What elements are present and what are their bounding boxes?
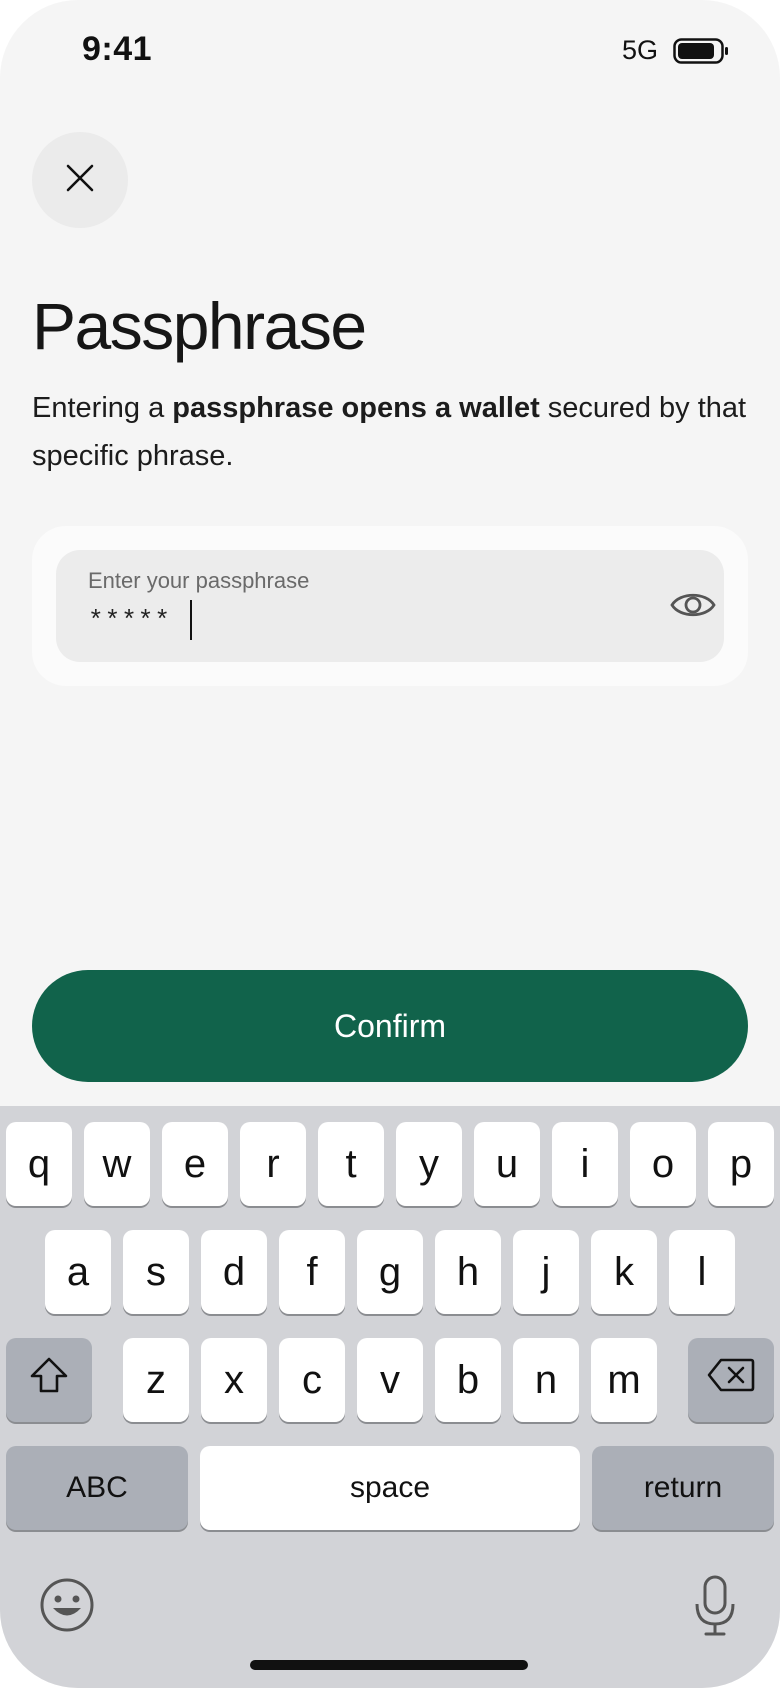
key-l[interactable]: l bbox=[669, 1230, 735, 1314]
status-time: 9:41 bbox=[82, 30, 153, 68]
key-v[interactable]: v bbox=[357, 1338, 423, 1422]
key-q[interactable]: q bbox=[6, 1122, 72, 1206]
passphrase-input[interactable] bbox=[88, 606, 608, 636]
keyboard: q w e r t y u i o p a s d f g h j k l z … bbox=[0, 1106, 780, 1688]
phone-screen: 9:41 5G Passphrase Entering a passphrase… bbox=[0, 0, 780, 1688]
network-indicator: 5G bbox=[622, 35, 659, 65]
abc-key[interactable]: ABC bbox=[6, 1446, 188, 1530]
space-key[interactable]: space bbox=[200, 1446, 580, 1530]
backspace-key[interactable] bbox=[688, 1338, 774, 1422]
shift-key[interactable] bbox=[6, 1338, 92, 1422]
close-icon bbox=[65, 163, 95, 198]
key-y[interactable]: y bbox=[396, 1122, 462, 1206]
key-d[interactable]: d bbox=[201, 1230, 267, 1314]
passphrase-field[interactable]: Enter your passphrase bbox=[56, 550, 724, 662]
key-g[interactable]: g bbox=[357, 1230, 423, 1314]
key-c[interactable]: c bbox=[279, 1338, 345, 1422]
emoji-icon[interactable] bbox=[38, 1576, 96, 1634]
key-h[interactable]: h bbox=[435, 1230, 501, 1314]
confirm-button[interactable]: Confirm bbox=[32, 970, 748, 1082]
key-m[interactable]: m bbox=[591, 1338, 657, 1422]
key-k[interactable]: k bbox=[591, 1230, 657, 1314]
key-j[interactable]: j bbox=[513, 1230, 579, 1314]
status-bar: 9:41 5G bbox=[0, 0, 780, 100]
close-button[interactable] bbox=[32, 132, 128, 228]
key-p[interactable]: p bbox=[708, 1122, 774, 1206]
key-o[interactable]: o bbox=[630, 1122, 696, 1206]
key-t[interactable]: t bbox=[318, 1122, 384, 1206]
key-z[interactable]: z bbox=[123, 1338, 189, 1422]
battery-icon bbox=[673, 38, 729, 64]
key-b[interactable]: b bbox=[435, 1338, 501, 1422]
home-indicator[interactable] bbox=[250, 1660, 528, 1670]
key-x[interactable]: x bbox=[201, 1338, 267, 1422]
key-u[interactable]: u bbox=[474, 1122, 540, 1206]
backspace-icon bbox=[707, 1357, 755, 1403]
key-s[interactable]: s bbox=[123, 1230, 189, 1314]
eye-icon[interactable] bbox=[668, 582, 718, 628]
key-e[interactable]: e bbox=[162, 1122, 228, 1206]
description-prefix: Entering a bbox=[32, 392, 173, 424]
shift-icon bbox=[29, 1356, 69, 1404]
key-f[interactable]: f bbox=[279, 1230, 345, 1314]
microphone-icon[interactable] bbox=[690, 1572, 740, 1640]
text-caret bbox=[190, 600, 192, 640]
key-r[interactable]: r bbox=[240, 1122, 306, 1206]
key-a[interactable]: a bbox=[45, 1230, 111, 1314]
description-text: Entering a passphrase opens a wallet sec… bbox=[32, 384, 752, 480]
return-key[interactable]: return bbox=[592, 1446, 774, 1530]
description-emphasis: passphrase opens a wallet bbox=[172, 392, 540, 424]
passphrase-field-label: Enter your passphrase bbox=[88, 568, 310, 593]
key-i[interactable]: i bbox=[552, 1122, 618, 1206]
key-n[interactable]: n bbox=[513, 1338, 579, 1422]
page-title: Passphrase bbox=[32, 289, 367, 363]
key-w[interactable]: w bbox=[84, 1122, 150, 1206]
passphrase-card: Enter your passphrase bbox=[32, 526, 748, 686]
